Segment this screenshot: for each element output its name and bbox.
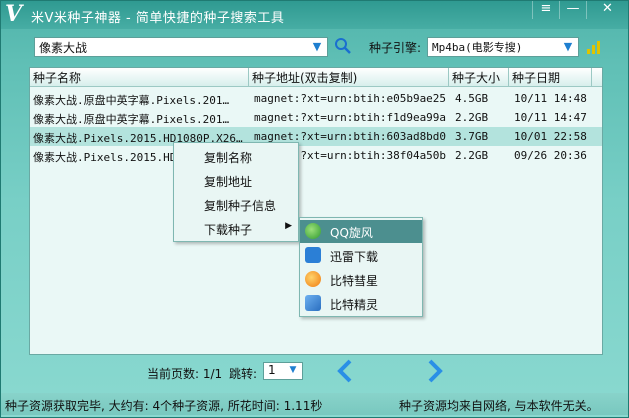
chevron-down-icon[interactable]: ▼	[560, 39, 576, 55]
bitspirit-icon	[305, 295, 321, 311]
column-header-address[interactable]: 种子地址(双击复制)	[252, 69, 357, 86]
menu-item-label: 下载种子	[204, 223, 253, 237]
qqxuanfeng-icon	[305, 223, 321, 239]
menu-item-copy-info[interactable]: 复制种子信息	[174, 193, 298, 215]
jump-page-select[interactable]: 1 ▼	[263, 362, 303, 380]
jump-label: 跳转:	[229, 367, 258, 381]
submenu-item-xunlei[interactable]: 迅雷下载	[300, 244, 422, 267]
submenu-arrow-icon: ▶	[285, 221, 292, 231]
cell-address: magnet:?xt=urn:btih:f1d9ea99a…	[254, 111, 446, 124]
submenu-item-label: 比特彗星	[330, 274, 379, 288]
engine-label: 种子引擎:	[369, 41, 422, 55]
cell-name: 像素大战.原盘中英字幕.Pixels.201…	[33, 113, 230, 126]
current-page-label: 当前页数: 1/1	[147, 367, 223, 381]
app-window: V 米V米种子神器 - 简单快捷的种子搜索工具 ≡ — ✕ 像素大战 ▼ 种子引…	[0, 0, 629, 418]
column-header-date[interactable]: 种子日期	[512, 69, 560, 86]
cell-date: 10/11 14:48	[514, 92, 587, 105]
jump-page-value: 1	[268, 363, 276, 377]
table-row-selected[interactable]: 像素大战.Pixels.2015.HD1080P.X26… magnet:?xt…	[30, 127, 602, 146]
menu-item-download[interactable]: 下载种子 ▶	[174, 217, 298, 239]
window-title: 米V米种子神器 - 简单快捷的种子搜索工具	[31, 11, 285, 26]
engine-value: Mp4ba(电影专搜)	[432, 41, 523, 54]
table-row[interactable]: 像素大战.Pixels.2015.HD magnet:?xt=urn:btih:…	[30, 146, 602, 165]
engine-select[interactable]: Mp4ba(电影专搜) ▼	[427, 37, 579, 57]
submenu-item-qqxuanfeng[interactable]: QQ旋风	[300, 220, 422, 243]
table-row[interactable]: 像素大战.原盘中英字幕.Pixels.201… magnet:?xt=urn:b…	[30, 108, 602, 127]
chevron-down-icon[interactable]: ▼	[309, 39, 325, 55]
minimize-button[interactable]: —	[559, 1, 586, 19]
app-logo-icon: V	[5, 1, 23, 27]
title-bar[interactable]: V 米V米种子神器 - 简单快捷的种子搜索工具 ≡ — ✕	[1, 1, 628, 29]
cell-date: 09/26 20:36	[514, 149, 587, 162]
context-menu: 复制名称 复制地址 复制种子信息 下载种子 ▶	[173, 142, 299, 242]
menu-item-copy-address[interactable]: 复制地址	[174, 169, 298, 191]
cell-date: 10/01 22:58	[514, 130, 587, 143]
search-combobox[interactable]: 像素大战 ▼	[34, 37, 328, 57]
previous-page-icon[interactable]	[335, 358, 355, 384]
submenu-item-label: QQ旋风	[330, 226, 373, 240]
cell-size: 4.5GB	[455, 92, 489, 105]
table-row[interactable]: 像素大战.原盘中英字幕.Pixels.201… magnet:?xt=urn:b…	[30, 89, 602, 108]
status-bar: 种子资源获取完毕, 大约有: 4个种子资源, 所花时间: 1.11秒 种子资源均…	[1, 393, 628, 415]
close-button[interactable]: ✕	[586, 1, 628, 19]
download-submenu: QQ旋风 迅雷下载 比特彗星 比特精灵	[299, 217, 423, 317]
column-header-name[interactable]: 种子名称	[33, 69, 81, 86]
menu-item-label: 复制种子信息	[204, 199, 277, 213]
next-page-icon[interactable]	[425, 358, 445, 384]
cell-size: 3.7GB	[455, 130, 489, 143]
menu-item-label: 复制地址	[204, 175, 253, 189]
search-input[interactable]: 像素大战	[39, 39, 87, 56]
cell-name: 像素大战.原盘中英字幕.Pixels.201…	[33, 94, 230, 107]
status-right: 种子资源均来自网络, 与本软件无关。	[399, 399, 599, 413]
submenu-item-label: 比特精灵	[330, 298, 379, 312]
cell-date: 10/11 14:47	[514, 111, 587, 124]
menu-item-copy-name[interactable]: 复制名称	[174, 145, 298, 167]
search-icon[interactable]	[334, 37, 352, 55]
xunlei-icon	[305, 247, 321, 263]
cell-size: 2.2GB	[455, 149, 489, 162]
menu-item-label: 复制名称	[204, 151, 253, 165]
signal-icon	[586, 39, 602, 55]
menu-button[interactable]: ≡	[532, 1, 559, 19]
submenu-item-bitspirit[interactable]: 比特精灵	[300, 292, 422, 315]
chevron-down-icon[interactable]: ▼	[286, 363, 300, 377]
bitcomet-icon	[305, 271, 321, 287]
status-left: 种子资源获取完毕, 大约有: 4个种子资源, 所花时间: 1.11秒	[5, 399, 323, 413]
cell-size: 2.2GB	[455, 111, 489, 124]
cell-address: magnet:?xt=urn:btih:e05b9ae25…	[254, 92, 446, 105]
table-header: 种子名称 种子地址(双击复制) 种子大小 种子日期	[30, 68, 602, 87]
submenu-item-bitcomet[interactable]: 比特彗星	[300, 268, 422, 291]
column-header-size[interactable]: 种子大小	[452, 69, 500, 86]
submenu-item-label: 迅雷下载	[330, 250, 379, 264]
